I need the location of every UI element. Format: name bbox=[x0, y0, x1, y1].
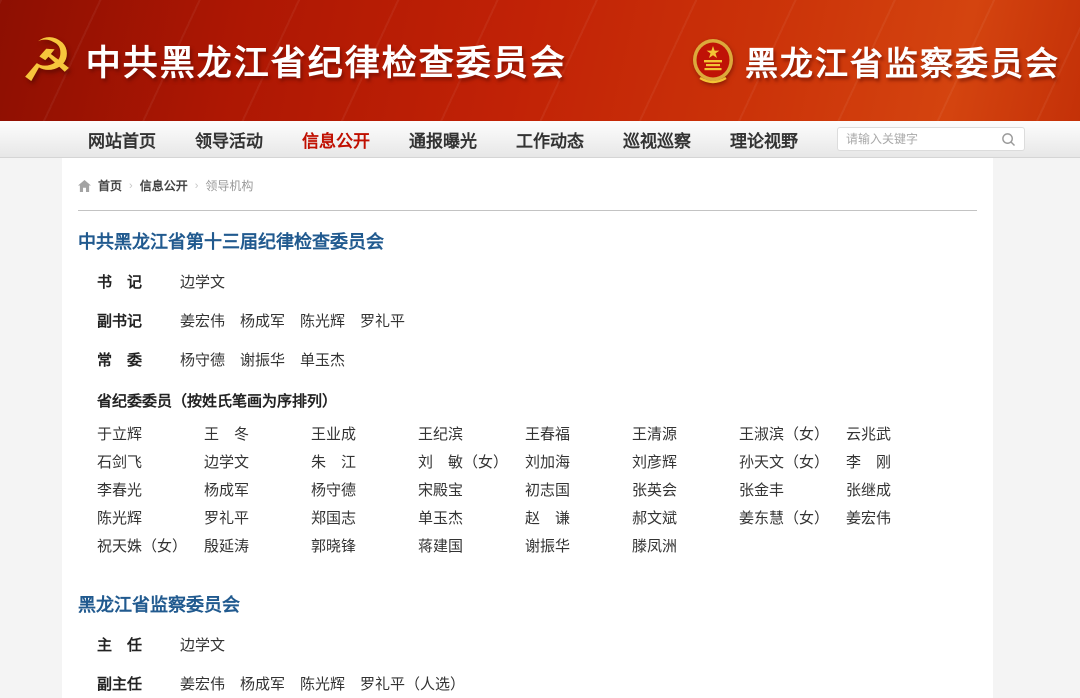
member-name: 初志国 bbox=[525, 477, 632, 505]
role-label: 常 委 bbox=[97, 351, 155, 371]
supervisory-commission-section: 黑龙江省监察委员会 主 任 边学文 副主任 姜宏伟 杨成军 陈光辉 罗礼平（人选… bbox=[78, 591, 977, 698]
member-name: 王纪滨 bbox=[418, 421, 525, 449]
member-name: 李 刚 bbox=[846, 449, 953, 477]
supervisory-commission-brand: 黑龙江省监察委员会 bbox=[692, 37, 1060, 85]
role-names: 杨守德 谢振华 单玉杰 bbox=[180, 351, 345, 371]
member-name: 王 冬 bbox=[204, 421, 311, 449]
role-label: 主 任 bbox=[97, 636, 155, 656]
discipline-commission-brand: ☭ 中共黑龙江省纪律检查委员会 bbox=[20, 31, 567, 91]
member-name: 刘加海 bbox=[525, 449, 632, 477]
nav-item[interactable]: 信息公开 bbox=[302, 127, 370, 152]
member-name: 陈光辉 bbox=[97, 505, 204, 533]
role-label: 书 记 bbox=[97, 273, 155, 293]
member-name: 殷延涛 bbox=[204, 533, 311, 561]
member-name: 石剑飞 bbox=[97, 449, 204, 477]
role-row: 常 委 杨守德 谢振华 单玉杰 bbox=[97, 351, 977, 371]
breadcrumb-separator: › bbox=[195, 180, 199, 192]
nav-item[interactable]: 理论视野 bbox=[730, 127, 798, 152]
breadcrumb-info-disclosure[interactable]: 信息公开 bbox=[140, 177, 188, 194]
member-name: 边学文 bbox=[204, 449, 311, 477]
site-title-right: 黑龙江省监察委员会 bbox=[745, 37, 1060, 85]
site-banner: ☭ 中共黑龙江省纪律检查委员会 黑龙江省监察委员会 bbox=[0, 0, 1080, 121]
member-name: 郑国志 bbox=[311, 505, 418, 533]
member-name: 刘彦辉 bbox=[632, 449, 739, 477]
nav-item[interactable]: 通报曝光 bbox=[409, 127, 477, 152]
member-name: 郝文斌 bbox=[632, 505, 739, 533]
member-name: 王淑滨（女） bbox=[739, 421, 846, 449]
member-name: 李春光 bbox=[97, 477, 204, 505]
member-name: 谢振华 bbox=[525, 533, 632, 561]
role-label: 副书记 bbox=[97, 312, 155, 332]
breadcrumb-divider bbox=[78, 210, 977, 211]
breadcrumb: 首页 › 信息公开 › 领导机构 bbox=[78, 177, 977, 194]
members-heading: 省纪委委员（按姓氏笔画为序排列） bbox=[97, 390, 977, 411]
member-name: 姜宏伟 bbox=[846, 505, 953, 533]
member-name: 祝天姝（女） bbox=[97, 533, 204, 561]
nav-item[interactable]: 网站首页 bbox=[88, 127, 156, 152]
member-name: 张英会 bbox=[632, 477, 739, 505]
members-grid: 于立辉 王 冬 王业成 王纪滨 王春福 王清源 王淑滨（女） 云兆武 石剑飞 边… bbox=[97, 421, 977, 561]
role-row: 主 任 边学文 bbox=[97, 636, 977, 656]
member-name: 罗礼平 bbox=[204, 505, 311, 533]
nav-item[interactable]: 领导活动 bbox=[195, 127, 263, 152]
member-name: 云兆武 bbox=[846, 421, 953, 449]
main-nav: 网站首页 领导活动 信息公开 通报曝光 工作动态 巡视巡察 理论视野 bbox=[0, 121, 1080, 158]
main-content: 首页 › 信息公开 › 领导机构 中共黑龙江省第十三届纪律检查委员会 书 记 边… bbox=[62, 158, 993, 698]
member-name: 宋殿宝 bbox=[418, 477, 525, 505]
member-name: 王业成 bbox=[311, 421, 418, 449]
member-name: 单玉杰 bbox=[418, 505, 525, 533]
role-names: 姜宏伟 杨成军 陈光辉 罗礼平 bbox=[180, 312, 405, 332]
member-name: 赵 谦 bbox=[525, 505, 632, 533]
home-icon bbox=[78, 180, 91, 192]
member-name: 刘 敏（女） bbox=[418, 449, 525, 477]
role-label: 副主任 bbox=[97, 675, 155, 695]
member-name: 朱 江 bbox=[311, 449, 418, 477]
member-name: 郭晓锋 bbox=[311, 533, 418, 561]
section2-title: 黑龙江省监察委员会 bbox=[78, 591, 977, 617]
breadcrumb-home[interactable]: 首页 bbox=[98, 177, 122, 194]
member-name: 杨守德 bbox=[311, 477, 418, 505]
nav-item[interactable]: 工作动态 bbox=[516, 127, 584, 152]
member-name: 孙天文（女） bbox=[739, 449, 846, 477]
role-names: 边学文 bbox=[180, 273, 225, 293]
search-box[interactable] bbox=[837, 127, 1025, 151]
search-icon[interactable] bbox=[1001, 132, 1016, 147]
role-row: 副主任 姜宏伟 杨成军 陈光辉 罗礼平（人选） bbox=[97, 675, 977, 695]
discipline-commission-section: 中共黑龙江省第十三届纪律检查委员会 书 记 边学文 副书记 姜宏伟 杨成军 陈光… bbox=[78, 228, 977, 561]
party-emblem-icon: ☭ bbox=[20, 31, 74, 91]
member-name: 姜东慧（女） bbox=[739, 505, 846, 533]
nav-item[interactable]: 巡视巡察 bbox=[623, 127, 691, 152]
site-title-left: 中共黑龙江省纪律检查委员会 bbox=[86, 35, 567, 86]
role-row: 书 记 边学文 bbox=[97, 273, 977, 293]
member-name: 张继成 bbox=[846, 477, 953, 505]
member-name: 张金丰 bbox=[739, 477, 846, 505]
member-name: 滕凤洲 bbox=[632, 533, 739, 561]
breadcrumb-separator: › bbox=[129, 180, 133, 192]
member-name: 于立辉 bbox=[97, 421, 204, 449]
member-name: 王清源 bbox=[632, 421, 739, 449]
role-names: 姜宏伟 杨成军 陈光辉 罗礼平（人选） bbox=[180, 675, 465, 695]
breadcrumb-current: 领导机构 bbox=[205, 177, 253, 194]
section1-title: 中共黑龙江省第十三届纪律检查委员会 bbox=[78, 228, 977, 254]
member-name: 蒋建国 bbox=[418, 533, 525, 561]
national-emblem-icon bbox=[692, 38, 734, 84]
member-name: 王春福 bbox=[525, 421, 632, 449]
member-name: 杨成军 bbox=[204, 477, 311, 505]
search-input[interactable] bbox=[846, 132, 1001, 146]
role-row: 副书记 姜宏伟 杨成军 陈光辉 罗礼平 bbox=[97, 312, 977, 332]
role-names: 边学文 bbox=[180, 636, 225, 656]
